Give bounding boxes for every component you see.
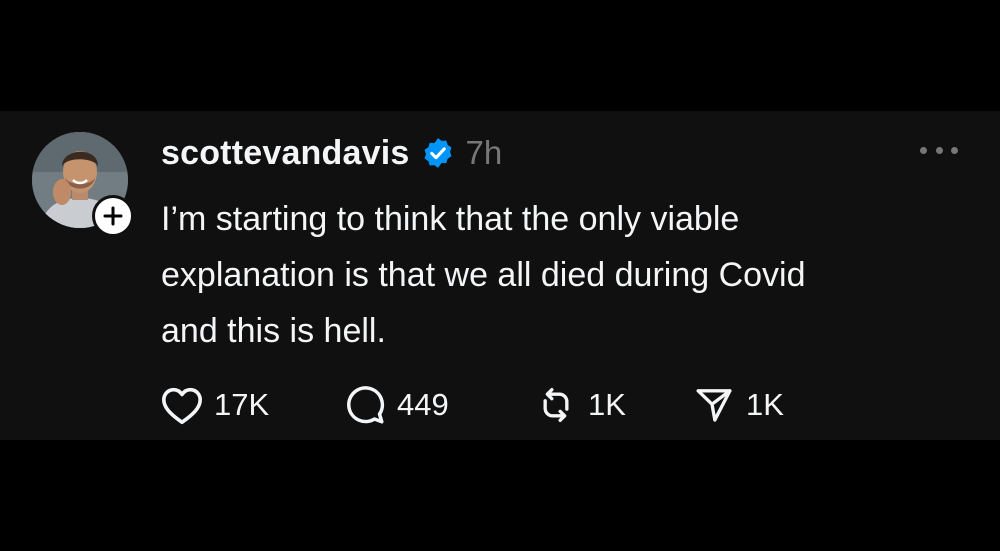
repost-count: 1K bbox=[588, 387, 626, 422]
author-username[interactable]: scottevandavis bbox=[161, 134, 409, 173]
heart-icon bbox=[162, 387, 202, 425]
post-text-line: I’m starting to think that the only viab… bbox=[161, 200, 740, 238]
post-text-line: and this is hell. bbox=[161, 312, 386, 350]
share-count: 1K bbox=[746, 387, 784, 422]
more-options-button[interactable] bbox=[920, 139, 958, 161]
post-header: scottevandavis 7h bbox=[161, 131, 502, 175]
send-icon bbox=[696, 389, 732, 422]
more-dot-icon bbox=[935, 146, 943, 154]
post-timestamp: 7h bbox=[465, 134, 503, 171]
repost-button[interactable]: 1K bbox=[534, 385, 692, 425]
reply-button[interactable]: 449 bbox=[343, 384, 534, 426]
post-actions: 17K 449 1K 1K bbox=[160, 383, 784, 427]
thread-post: scottevandavis 7h I’m starting to think … bbox=[0, 111, 1000, 440]
follow-button[interactable] bbox=[92, 195, 134, 237]
reply-count: 449 bbox=[397, 387, 449, 422]
comment-icon bbox=[347, 386, 385, 424]
plus-icon bbox=[103, 206, 123, 226]
more-dot-icon bbox=[920, 146, 927, 154]
author-avatar-container bbox=[32, 132, 134, 237]
like-count: 17K bbox=[214, 387, 270, 422]
repost-icon bbox=[543, 388, 569, 422]
post-text-line: explanation is that we all died during C… bbox=[161, 256, 806, 294]
verified-badge-icon bbox=[421, 136, 455, 170]
share-button[interactable]: 1K bbox=[692, 385, 784, 425]
post-text: I’m starting to think that the only viab… bbox=[161, 191, 961, 359]
more-dot-icon bbox=[951, 146, 958, 154]
like-button[interactable]: 17K bbox=[160, 385, 343, 425]
